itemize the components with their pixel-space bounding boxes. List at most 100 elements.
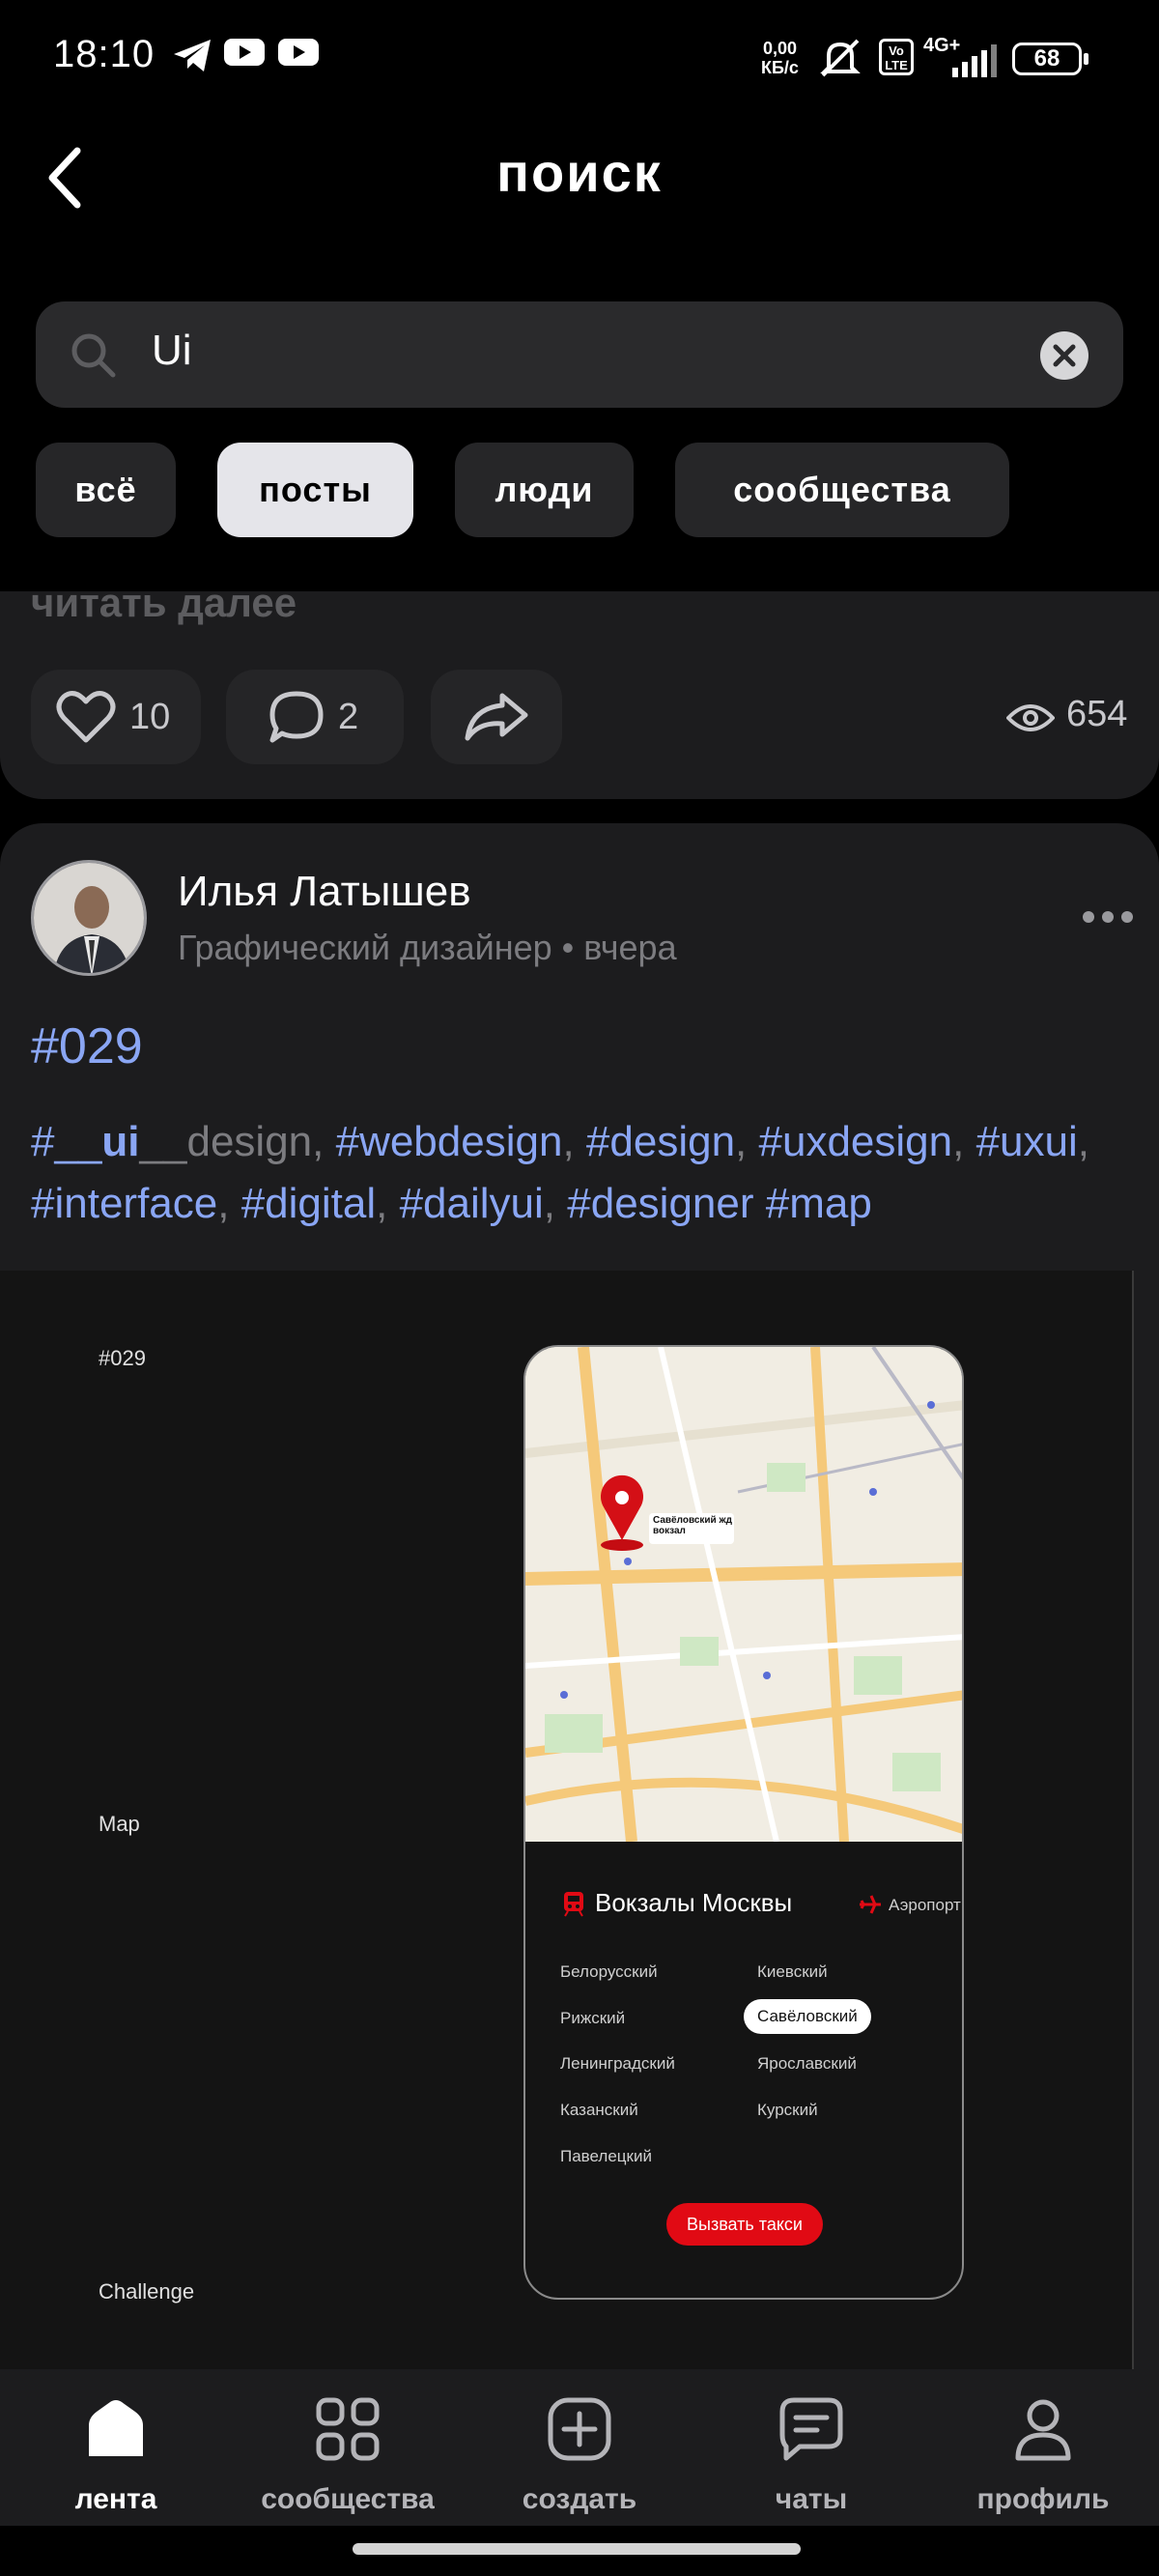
author-name[interactable]: Илья Латышев xyxy=(178,868,471,916)
phone-mockup: Савёловский жд вокзал Вокзалы Москвы Аэр… xyxy=(523,1345,964,2300)
tag-separator xyxy=(754,1180,766,1227)
nav-item-chats[interactable]: чаты xyxy=(695,2369,927,2526)
hashtag-link[interactable]: #map xyxy=(766,1180,872,1227)
more-options-icon[interactable] xyxy=(1082,908,1134,926)
page-title: поиск xyxy=(496,142,663,203)
share-icon xyxy=(465,693,528,741)
youtube-icon xyxy=(278,39,319,66)
net-speed-unit: КБ/с xyxy=(761,58,799,77)
comment-button[interactable]: 2 xyxy=(226,670,404,764)
call-taxi-button: Вызвать такси xyxy=(666,2203,823,2246)
hashtag-link[interactable]: #designer xyxy=(567,1180,753,1227)
airplane-icon xyxy=(860,1895,881,1914)
clear-search-button[interactable] xyxy=(1040,331,1088,380)
nav-label-create: создать xyxy=(522,2483,637,2515)
hashtag-link[interactable]: #uxui xyxy=(976,1118,1078,1165)
youtube-icon xyxy=(224,39,265,66)
mute-bell-icon xyxy=(820,39,861,77)
nav-item-communities[interactable]: сообщества xyxy=(232,2369,464,2526)
hashtag-link[interactable]: #__ xyxy=(31,1118,101,1165)
station-kievsky: Киевский xyxy=(757,1962,828,1981)
tags-line-2: #interface, #digital, #dailyui, #designe… xyxy=(31,1173,1132,1235)
image-label-mid: Map xyxy=(99,1812,140,1836)
tag-separator: , xyxy=(1077,1118,1089,1165)
view-count: 654 xyxy=(1066,694,1128,734)
volte-badge: Vo LTE xyxy=(879,39,914,75)
station-belorussky: Белорусский xyxy=(560,1962,658,1981)
hashtag-link[interactable]: #uxdesign xyxy=(759,1118,953,1165)
tag-separator: , xyxy=(735,1118,759,1165)
hashtag-link[interactable]: #dailyui xyxy=(400,1180,544,1227)
search-input[interactable]: Ui xyxy=(36,301,1123,408)
panel-title: Вокзалы Москвы xyxy=(595,1888,793,1917)
station-yaroslavsky: Ярославский xyxy=(757,2054,857,2073)
station-kursky: Курский xyxy=(757,2101,818,2119)
like-button[interactable]: 10 xyxy=(31,670,201,764)
home-indicator[interactable] xyxy=(353,2543,801,2555)
author-subtitle: Графический дизайнер • вчера xyxy=(178,928,677,967)
status-bar: 18:10 0,00 КБ/с Vo LTE 4G+ 68 xyxy=(0,0,1159,116)
post-tags: #__ui__design, #webdesign, #design, #uxd… xyxy=(31,1111,1132,1235)
filter-chip-people[interactable]: люди xyxy=(455,443,634,537)
chat-icon xyxy=(779,2397,843,2461)
grid-icon xyxy=(316,2397,380,2461)
comment-count: 2 xyxy=(338,696,359,737)
map-graphic xyxy=(525,1347,962,1842)
station-savelovsky: Савёловский xyxy=(744,1999,871,2034)
search-icon xyxy=(71,333,116,378)
comment-icon xyxy=(269,691,324,743)
hashtag-link[interactable]: #digital xyxy=(241,1180,376,1227)
tag-separator: , xyxy=(952,1118,976,1165)
read-more-link[interactable]: читать далее xyxy=(31,580,297,626)
panel-tab-airport: Аэропорт xyxy=(889,1896,961,1914)
user-icon xyxy=(1015,2399,1071,2461)
nav-label-feed: лента xyxy=(74,2483,157,2515)
like-count: 10 xyxy=(129,696,171,737)
nav-label-chats: чаты xyxy=(775,2483,848,2515)
tags-line-1: #__ui__design, #webdesign, #design, #uxd… xyxy=(31,1111,1132,1173)
tag-separator: , xyxy=(217,1180,241,1227)
hashtag-link[interactable]: #webdesign xyxy=(336,1118,563,1165)
eye-icon xyxy=(1006,704,1055,731)
nav-item-feed[interactable]: лента xyxy=(0,2369,232,2526)
nav-item-profile[interactable]: профиль xyxy=(927,2369,1159,2526)
telegram-icon xyxy=(174,40,211,72)
close-icon xyxy=(1053,344,1076,367)
net-speed: 0,00 КБ/с xyxy=(761,39,799,77)
hashtag-link[interactable]: #interface xyxy=(31,1180,217,1227)
bottom-nav: лента сообщества создать чаты профиль xyxy=(0,2369,1159,2526)
filter-chip-all[interactable]: всё xyxy=(36,443,176,537)
home-icon xyxy=(89,2400,143,2456)
train-icon xyxy=(564,1892,583,1917)
signal-icon xyxy=(952,44,997,77)
search-value: Ui xyxy=(152,327,192,374)
station-leningradsky: Ленинградский xyxy=(560,2054,675,2073)
tag-separator: __design, xyxy=(139,1118,336,1165)
heart-icon xyxy=(56,690,116,743)
image-label-top: #029 xyxy=(99,1346,146,1370)
status-time: 18:10 xyxy=(53,33,155,75)
battery-indicator: 68 xyxy=(1012,43,1088,75)
image-label-bottom: Challenge xyxy=(99,2279,195,2304)
net-speed-value: 0,00 xyxy=(762,39,797,58)
share-button[interactable] xyxy=(431,670,562,764)
station-rizhsky: Рижский xyxy=(560,2009,626,2027)
filter-chip-posts[interactable]: посты xyxy=(217,443,413,537)
image-divider xyxy=(1132,1271,1134,2369)
station-paveletsky: Павелецкий xyxy=(560,2147,652,2165)
post-title: #029 xyxy=(31,1018,143,1074)
filter-chip-communities[interactable]: сообщества xyxy=(675,443,1009,537)
map-pin-label: Савёловский жд вокзал xyxy=(653,1515,732,1536)
plus-square-icon xyxy=(548,2397,611,2461)
nav-label-profile: профиль xyxy=(976,2483,1110,2515)
hashtag-link[interactable]: ui xyxy=(101,1118,139,1165)
map-view: Савёловский жд вокзал xyxy=(525,1347,962,1842)
author-avatar[interactable] xyxy=(31,860,147,976)
station-kazansky: Казанский xyxy=(560,2101,638,2119)
nav-item-create[interactable]: создать xyxy=(464,2369,695,2526)
tag-separator: , xyxy=(376,1180,400,1227)
hashtag-link[interactable]: #design xyxy=(586,1118,735,1165)
nav-label-communities: сообщества xyxy=(261,2483,435,2515)
tag-separator: , xyxy=(562,1118,586,1165)
tag-separator: , xyxy=(543,1180,568,1227)
